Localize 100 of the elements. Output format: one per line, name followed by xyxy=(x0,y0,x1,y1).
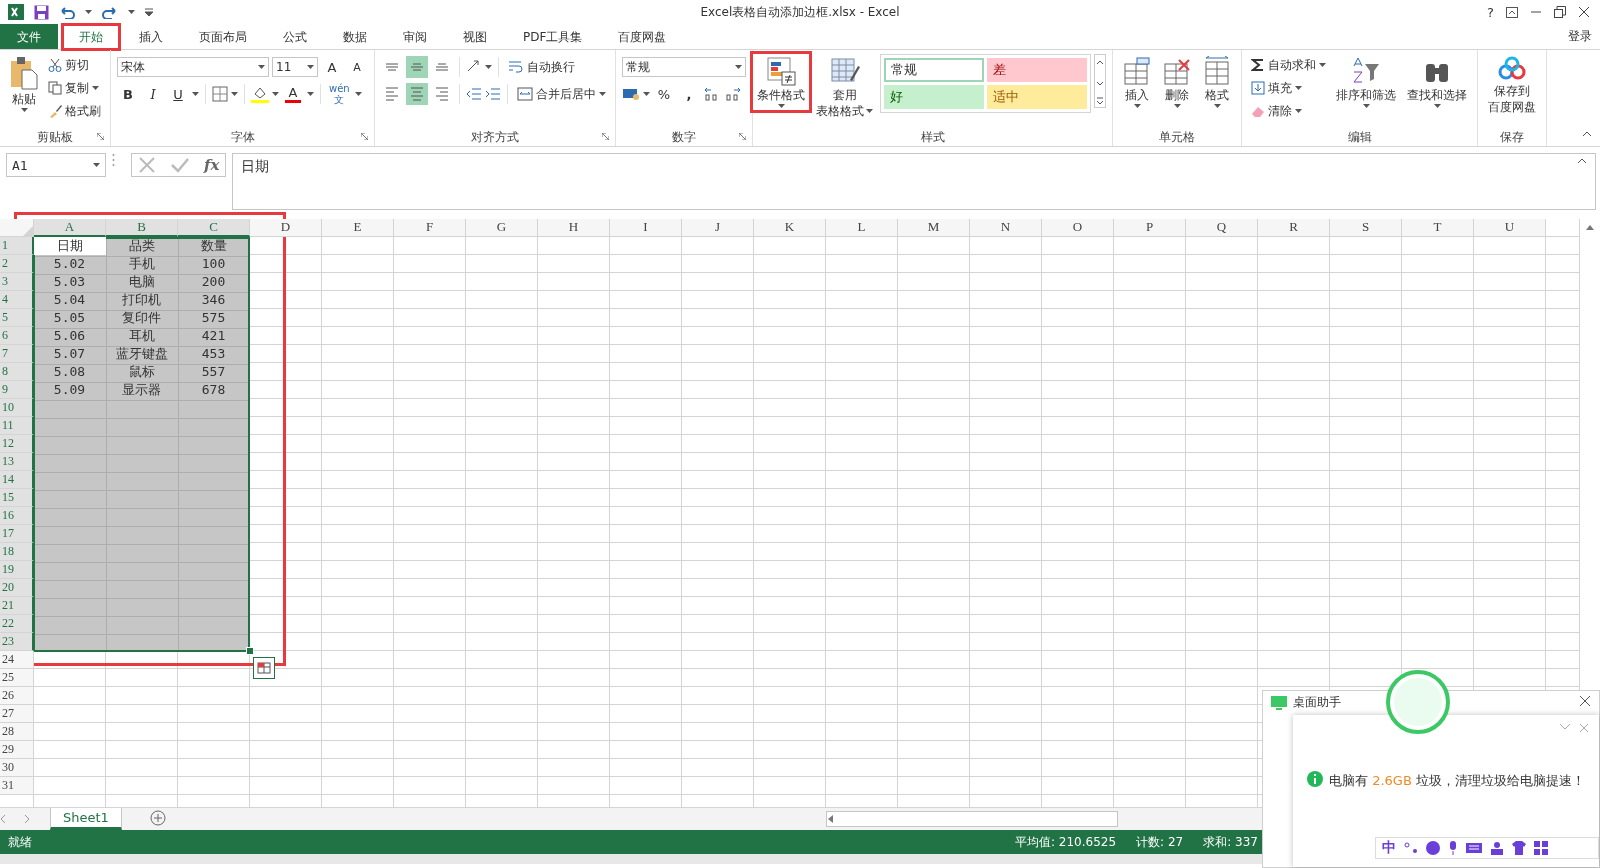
row-header[interactable]: 10 xyxy=(0,399,34,417)
column-header[interactable]: J xyxy=(682,219,754,237)
sign-in-link[interactable]: 登录 xyxy=(1560,24,1600,49)
row-header[interactable]: 20 xyxy=(0,579,34,597)
autosum-button[interactable]: 自动求和 xyxy=(1248,54,1329,76)
column-header[interactable]: D xyxy=(250,219,322,237)
column-header[interactable]: C xyxy=(178,219,250,237)
horizontal-align-button[interactable] xyxy=(406,83,428,105)
row-header[interactable]: 11 xyxy=(0,417,34,435)
clear-button[interactable]: 清除 xyxy=(1248,100,1329,122)
row-header[interactable]: 2 xyxy=(0,255,34,273)
cell-style-option[interactable]: 适中 xyxy=(987,85,1087,109)
save-to-cloud-button[interactable]: 保存到 百度网盘 xyxy=(1484,54,1540,116)
row-header[interactable]: 14 xyxy=(0,471,34,489)
name-box[interactable]: A1 xyxy=(6,153,106,177)
row-header[interactable]: 31 xyxy=(0,777,34,795)
italic-button[interactable]: I xyxy=(142,83,164,105)
sheet-tab[interactable]: Sheet1 xyxy=(50,808,122,830)
ribbon-tab[interactable]: 插入 xyxy=(122,24,180,49)
ribbon-tab[interactable]: PDF工具集 xyxy=(506,24,600,49)
column-header[interactable]: G xyxy=(466,219,538,237)
font-size-field[interactable]: 11 xyxy=(272,57,318,77)
row-header[interactable]: 9 xyxy=(0,381,34,399)
percent-button[interactable]: % xyxy=(653,83,675,105)
format-painter-button[interactable]: 格式刷 xyxy=(45,100,104,122)
formula-input[interactable]: 日期 xyxy=(232,153,1596,210)
row-header[interactable]: 15 xyxy=(0,489,34,507)
column-header[interactable]: O xyxy=(1042,219,1114,237)
ribbon-tab[interactable]: 数据 xyxy=(326,24,384,49)
comma-button[interactable]: , xyxy=(678,83,700,105)
phonetic-button[interactable]: wén 文 xyxy=(327,83,352,105)
delete-cells-button[interactable]: 删除 xyxy=(1159,54,1195,110)
row-header[interactable]: 21 xyxy=(0,597,34,615)
vertical-align-button[interactable] xyxy=(406,56,428,78)
row-header[interactable]: 18 xyxy=(0,543,34,561)
wrap-text-button[interactable]: 自动换行 xyxy=(505,56,578,78)
column-header[interactable]: F xyxy=(394,219,466,237)
cell-style-option[interactable]: 常规 xyxy=(884,58,984,82)
row-header[interactable]: 1 xyxy=(0,237,34,255)
help-button[interactable]: ? xyxy=(1487,4,1494,20)
ribbon-tab[interactable]: 开始 xyxy=(62,24,120,50)
row-header[interactable]: 5 xyxy=(0,309,34,327)
column-header[interactable]: K xyxy=(754,219,826,237)
file-tab[interactable]: 文件 xyxy=(0,24,58,49)
ribbon-tab[interactable]: 视图 xyxy=(446,24,504,49)
horizontal-scrollbar[interactable] xyxy=(825,811,1118,827)
row-header[interactable]: 13 xyxy=(0,453,34,471)
row-header[interactable]: 19 xyxy=(0,561,34,579)
ribbon-tab[interactable]: 百度网盘 xyxy=(601,24,684,49)
row-header[interactable]: 24 xyxy=(0,651,34,669)
row-header[interactable]: 12 xyxy=(0,435,34,453)
font-color-button[interactable]: A xyxy=(282,83,304,105)
row-header[interactable]: 25 xyxy=(0,669,34,687)
shrink-font-button[interactable]: A xyxy=(346,56,368,78)
column-header[interactable]: L xyxy=(826,219,898,237)
underline-button[interactable]: U xyxy=(167,83,189,105)
ribbon-tab[interactable]: 页面布局 xyxy=(182,24,264,49)
row-header[interactable]: 28 xyxy=(0,723,34,741)
column-header[interactable]: N xyxy=(970,219,1042,237)
merge-center-button[interactable]: 合并后居中 xyxy=(514,83,609,105)
find-select-button[interactable]: 查找和选择 xyxy=(1403,54,1471,110)
cell-style-option[interactable]: 好 xyxy=(884,85,984,109)
row-header[interactable]: 7 xyxy=(0,345,34,363)
column-header[interactable]: E xyxy=(322,219,394,237)
ribbon-tab[interactable]: 公式 xyxy=(266,24,324,49)
font-name-field[interactable]: 宋体 xyxy=(117,57,269,77)
row-header[interactable]: 6 xyxy=(0,327,34,345)
row-header[interactable]: 23 xyxy=(0,633,34,651)
column-header[interactable]: R xyxy=(1258,219,1330,237)
cut-button[interactable]: 剪切 xyxy=(45,54,104,76)
column-header[interactable]: T xyxy=(1402,219,1474,237)
column-header[interactable]: I xyxy=(610,219,682,237)
conditional-format-button[interactable]: 条件格式 xyxy=(753,54,809,110)
row-header[interactable]: 30 xyxy=(0,759,34,777)
row-header[interactable]: 17 xyxy=(0,525,34,543)
row-header[interactable]: 22 xyxy=(0,615,34,633)
row-header[interactable]: 27 xyxy=(0,705,34,723)
column-header[interactable]: H xyxy=(538,219,610,237)
ribbon-tab[interactable]: 审阅 xyxy=(386,24,444,49)
insert-cells-button[interactable]: 插入 xyxy=(1119,54,1155,110)
copy-button[interactable]: 复制 xyxy=(45,77,104,99)
column-header[interactable]: S xyxy=(1330,219,1402,237)
insert-function-button[interactable]: fx xyxy=(204,156,220,174)
bold-button[interactable]: B xyxy=(117,83,139,105)
row-header[interactable]: 4 xyxy=(0,291,34,309)
column-header[interactable]: B xyxy=(106,219,178,237)
ime-mode[interactable]: 中 xyxy=(1382,839,1396,857)
column-header[interactable]: Q xyxy=(1186,219,1258,237)
grow-font-button[interactable]: A xyxy=(321,56,343,78)
sort-filter-button[interactable]: 排序和筛选 xyxy=(1332,54,1400,110)
number-format-field[interactable]: 常规 xyxy=(622,57,746,77)
paste-button[interactable]: 粘贴 xyxy=(6,54,42,114)
row-header[interactable]: 26 xyxy=(0,687,34,705)
row-header[interactable]: 29 xyxy=(0,741,34,759)
row-header[interactable]: 3 xyxy=(0,273,34,291)
table-format-button[interactable]: 套用 表格格式 xyxy=(812,54,877,120)
fill-handle[interactable] xyxy=(246,647,254,655)
fill-button[interactable]: 填充 xyxy=(1248,77,1329,99)
column-header[interactable]: A xyxy=(34,219,106,237)
row-header[interactable]: 8 xyxy=(0,363,34,381)
